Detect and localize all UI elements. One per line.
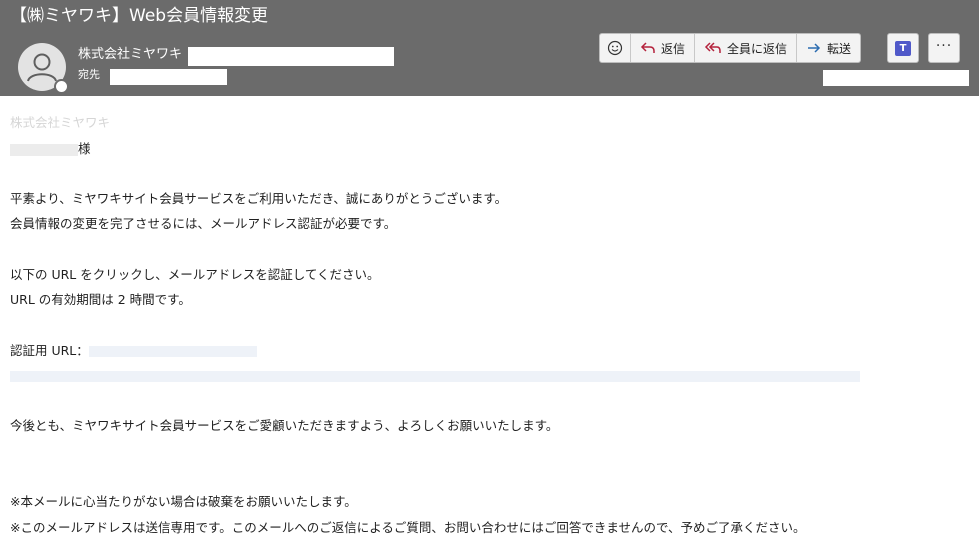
to-label: 宛先 [78, 68, 100, 81]
reply-all-icon [704, 42, 721, 53]
redacted-sender-email [188, 47, 394, 66]
sender-name[interactable]: 株式会社ミヤワキ [78, 46, 182, 64]
more-actions-button[interactable]: ··· [928, 33, 960, 63]
teams-icon: T [895, 40, 911, 56]
body-paragraph-1-line-1: 平素より、ミヤワキサイト会員サービスをご利用いただき、誠にありがとうございます。 [10, 191, 508, 206]
reply-icon [640, 42, 655, 53]
forward-arrow-icon [808, 43, 821, 53]
redacted-date [823, 70, 969, 86]
reply-all-label: 全員に返信 [727, 41, 788, 56]
redacted-auth-url-part-2[interactable] [10, 371, 860, 382]
body-paragraph-3: 今後とも、ミヤワキサイト会員サービスをご愛顧いただきますよう、よろしくお願いいた… [10, 418, 559, 433]
message-actions-toolbar: 返信 全員に返信 転送 [599, 33, 862, 63]
body-paragraph-2-line-1: 以下の URL をクリックし、メールアドレスを認証してください。 [10, 267, 380, 282]
teams-button[interactable]: T [887, 33, 919, 63]
reply-all-button[interactable]: 全員に返信 [695, 34, 798, 62]
redacted-recipient-name [10, 143, 78, 156]
presence-status-icon [54, 79, 69, 94]
body-paragraph-2-line-2: URL の有効期間は 2 時間です。 [10, 292, 191, 307]
auth-url-line: 認証用 URL： [10, 342, 257, 360]
react-button[interactable] [600, 34, 631, 62]
message-subject: 【㈱ミヤワキ】Web会員情報変更 [10, 6, 269, 26]
body-salutation-line: 様 [10, 140, 91, 158]
forward-button[interactable]: 転送 [797, 34, 860, 62]
more-options-icon: ··· [935, 38, 953, 54]
body-note-1: ※本メールに心当たりがない場合は破棄をお願いいたします。 [10, 494, 357, 509]
reply-button[interactable]: 返信 [631, 34, 696, 62]
redacted-auth-url-part-1[interactable] [88, 346, 257, 357]
auth-url-line-2 [10, 367, 860, 385]
auth-url-label: 認証用 URL： [10, 343, 89, 358]
body-note-2: ※このメールアドレスは送信専用です。このメールへのご返信によるご質問、お問い合わ… [10, 520, 806, 535]
forward-label: 転送 [827, 41, 852, 56]
redacted-recipient [110, 69, 227, 85]
body-company: 株式会社ミヤワキ [10, 115, 111, 130]
smiley-icon [607, 40, 623, 56]
body-paragraph-1-line-2: 会員情報の変更を完了させるには、メールアドレス認証が必要です。 [10, 216, 397, 231]
salutation-suffix: 様 [78, 141, 91, 156]
reply-label: 返信 [661, 41, 686, 56]
message-header: 【㈱ミヤワキ】Web会員情報変更 株式会社ミヤワキ 宛先 返信 全員に返信 転送… [0, 0, 979, 96]
